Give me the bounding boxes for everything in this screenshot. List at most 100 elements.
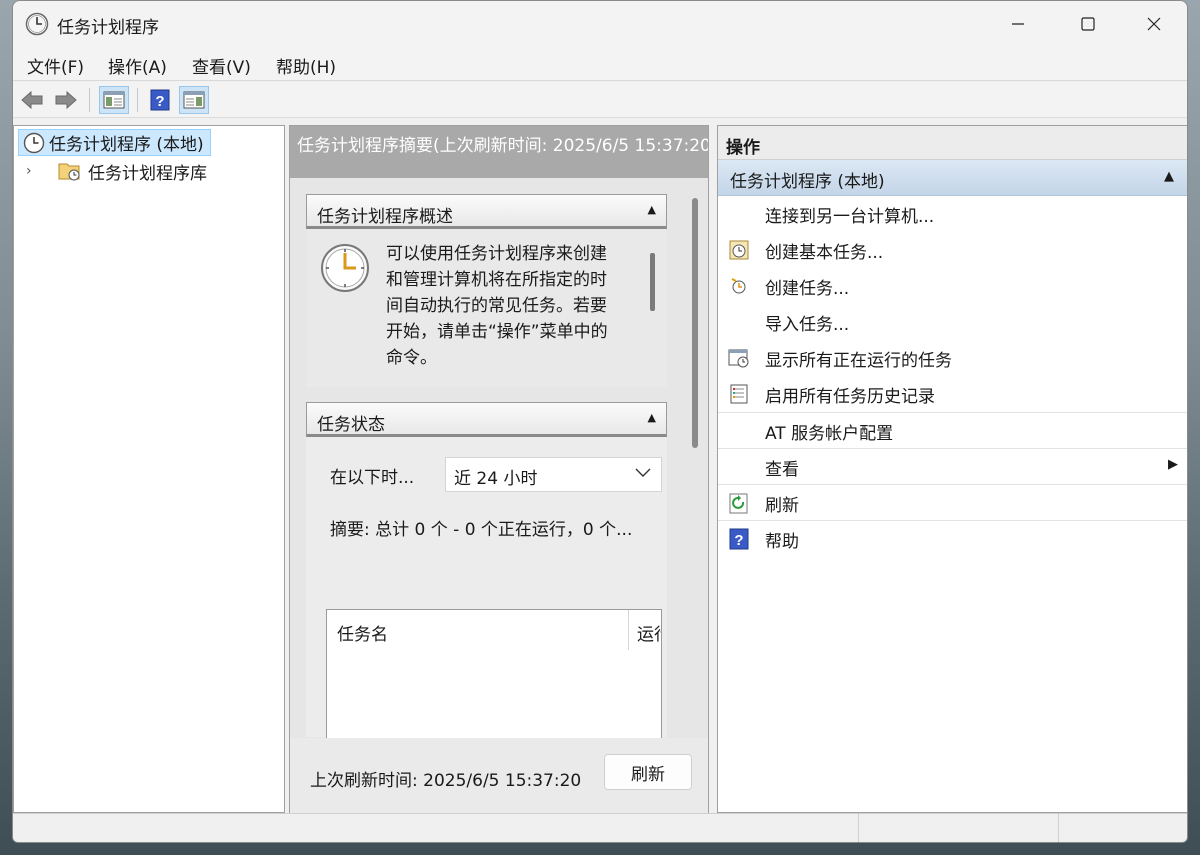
- task-status-section: 任务状态 ▲ 在以下时... 近 24 小时 摘要: 总计 0 个 - 0 个正…: [306, 402, 667, 739]
- maximize-button[interactable]: [1053, 1, 1123, 47]
- tree-item-task-scheduler-library[interactable]: › 任务计划程序库: [26, 158, 207, 184]
- action-label: 启用所有任务历史记录: [765, 387, 935, 407]
- forward-button[interactable]: [51, 86, 81, 114]
- actions-pane: 操作 任务计划程序 (本地) ▲ 连接到另一台计算机... 创建基本任务... …: [717, 125, 1187, 813]
- close-button[interactable]: [1119, 1, 1187, 47]
- action-label: 显示所有正在运行的任务: [765, 351, 952, 371]
- time-range-value: 近 24 小时: [454, 469, 538, 489]
- action-create-task[interactable]: 创建任务...: [718, 268, 1187, 304]
- time-range-label: 在以下时...: [330, 468, 415, 488]
- overview-section: 任务计划程序概述 ▲ 可以使用任务计划程序来创建和管理计算机将在所指定的时间自动…: [306, 194, 667, 387]
- help-button[interactable]: ?: [145, 86, 175, 114]
- chevron-down-icon: [635, 468, 651, 477]
- history-icon: [730, 384, 748, 404]
- folder-clock-icon: [58, 163, 80, 181]
- summary-header: 任务计划程序摘要(上次刷新时间: 2025/6/5 15:37:20): [290, 126, 708, 178]
- title-bar: 任务计划程序: [13, 1, 1187, 47]
- tree-item-label: 任务计划程序库: [88, 163, 207, 184]
- actions-group-title: 任务计划程序 (本地): [730, 172, 885, 192]
- status-bar-divider: [858, 814, 859, 842]
- time-range-select[interactable]: 近 24 小时: [445, 457, 662, 492]
- action-import-task[interactable]: 导入任务...: [718, 304, 1187, 340]
- minimize-button[interactable]: [983, 1, 1053, 47]
- status-bar: [13, 813, 1187, 842]
- tree-item-label: 任务计划程序 (本地): [49, 135, 204, 155]
- clock-icon: [23, 132, 45, 154]
- action-label: AT 服务帐户配置: [765, 424, 894, 444]
- action-connect-computer[interactable]: 连接到另一台计算机...: [718, 196, 1187, 232]
- chevron-right-icon[interactable]: ›: [26, 163, 42, 179]
- toolbar-separator: [89, 88, 90, 112]
- action-label: 创建任务...: [765, 279, 850, 299]
- overview-body: 可以使用任务计划程序来创建和管理计算机将在所指定的时间自动执行的常见任务。若要开…: [306, 229, 667, 387]
- close-icon: [1147, 17, 1161, 31]
- overview-title: 任务计划程序概述: [317, 207, 453, 227]
- overview-text: 可以使用任务计划程序来创建和管理计算机将在所指定的时间自动执行的常见任务。若要开…: [386, 244, 608, 368]
- actions-header: 操作: [718, 126, 1187, 160]
- svg-text:?: ?: [734, 532, 743, 549]
- menu-bar: 文件(F) 操作(A) 查看(V) 帮助(H): [13, 47, 1187, 81]
- help-icon: ?: [729, 528, 749, 550]
- action-pane-icon: [183, 91, 205, 109]
- create-basic-task-icon: [729, 240, 749, 260]
- svg-text:?: ?: [155, 93, 164, 110]
- task-status-table: 任务名 运行: [326, 609, 662, 739]
- action-help[interactable]: ? 帮助: [718, 520, 1187, 556]
- toolbar: ?: [13, 82, 1187, 118]
- submenu-arrow-icon: ▶: [1168, 457, 1178, 472]
- action-label: 查看: [765, 460, 799, 480]
- overview-section-header[interactable]: 任务计划程序概述 ▲: [306, 194, 667, 229]
- summary-pane: 任务计划程序摘要(上次刷新时间: 2025/6/5 15:37:20) 任务计划…: [289, 125, 709, 814]
- actions-group-header[interactable]: 任务计划程序 (本地) ▲: [718, 160, 1187, 196]
- refresh-button[interactable]: 刷新: [604, 754, 692, 790]
- running-tasks-icon: [728, 349, 749, 368]
- menu-file[interactable]: 文件(F): [27, 53, 84, 78]
- window-title: 任务计划程序: [57, 18, 159, 38]
- menu-view[interactable]: 查看(V): [192, 53, 251, 78]
- action-label: 连接到另一台计算机...: [765, 207, 935, 227]
- action-refresh[interactable]: 刷新: [718, 484, 1187, 520]
- action-enable-history[interactable]: 启用所有任务历史记录: [718, 376, 1187, 412]
- action-label: 刷新: [765, 496, 799, 516]
- vertical-scrollbar[interactable]: [692, 198, 698, 448]
- overview-scrollbar[interactable]: [650, 253, 655, 311]
- action-view[interactable]: 查看 ▶: [718, 448, 1187, 484]
- collapse-up-icon[interactable]: ▲: [648, 203, 656, 216]
- show-hide-console-tree-button[interactable]: [99, 86, 129, 114]
- column-header-task-name[interactable]: 任务名: [337, 620, 388, 645]
- action-show-running-tasks[interactable]: 显示所有正在运行的任务: [718, 340, 1187, 376]
- console-tree-icon: [103, 91, 125, 109]
- collapse-up-icon[interactable]: ▲: [648, 411, 656, 424]
- action-label: 导入任务...: [765, 315, 850, 335]
- status-summary: 摘要: 总计 0 个 - 0 个正在运行，0 个...: [330, 520, 633, 540]
- collapse-up-icon[interactable]: ▲: [1164, 169, 1174, 184]
- status-bar-divider: [1058, 814, 1059, 842]
- minimize-icon: [1012, 23, 1024, 25]
- back-button[interactable]: [17, 86, 47, 114]
- task-status-section-header[interactable]: 任务状态 ▲: [306, 402, 667, 437]
- toolbar-separator: [137, 88, 138, 112]
- forward-arrow-icon: [55, 90, 77, 110]
- task-status-title: 任务状态: [317, 415, 385, 435]
- column-header-run[interactable]: 运行: [637, 620, 661, 645]
- menu-help[interactable]: 帮助(H): [276, 53, 336, 78]
- clock-large-icon: [321, 244, 369, 292]
- action-create-basic-task[interactable]: 创建基本任务...: [718, 232, 1187, 268]
- task-status-body: 在以下时... 近 24 小时 摘要: 总计 0 个 - 0 个正在运行，0 个…: [306, 437, 667, 739]
- create-task-icon: [731, 278, 746, 294]
- clock-app-icon: [25, 12, 49, 36]
- help-icon: ?: [150, 89, 170, 111]
- maximize-icon: [1081, 17, 1095, 31]
- menu-action[interactable]: 操作(A): [108, 53, 167, 78]
- task-scheduler-window: 任务计划程序 文件(F) 操作(A) 查看(V) 帮助(H) ? 任务计划程序 …: [12, 0, 1188, 843]
- show-hide-action-pane-button[interactable]: [179, 86, 209, 114]
- action-label: 帮助: [765, 532, 799, 552]
- action-at-service-account[interactable]: AT 服务帐户配置: [718, 412, 1187, 448]
- console-tree-pane: 任务计划程序 (本地) › 任务计划程序库: [13, 125, 285, 813]
- summary-footer: 上次刷新时间: 2025/6/5 15:37:20 刷新: [290, 738, 708, 814]
- refresh-icon: [729, 493, 748, 514]
- column-divider[interactable]: [628, 610, 629, 650]
- last-refresh-text: 上次刷新时间: 2025/6/5 15:37:20: [310, 771, 582, 791]
- tree-item-task-scheduler-local[interactable]: 任务计划程序 (本地): [18, 129, 211, 156]
- back-arrow-icon: [21, 90, 43, 110]
